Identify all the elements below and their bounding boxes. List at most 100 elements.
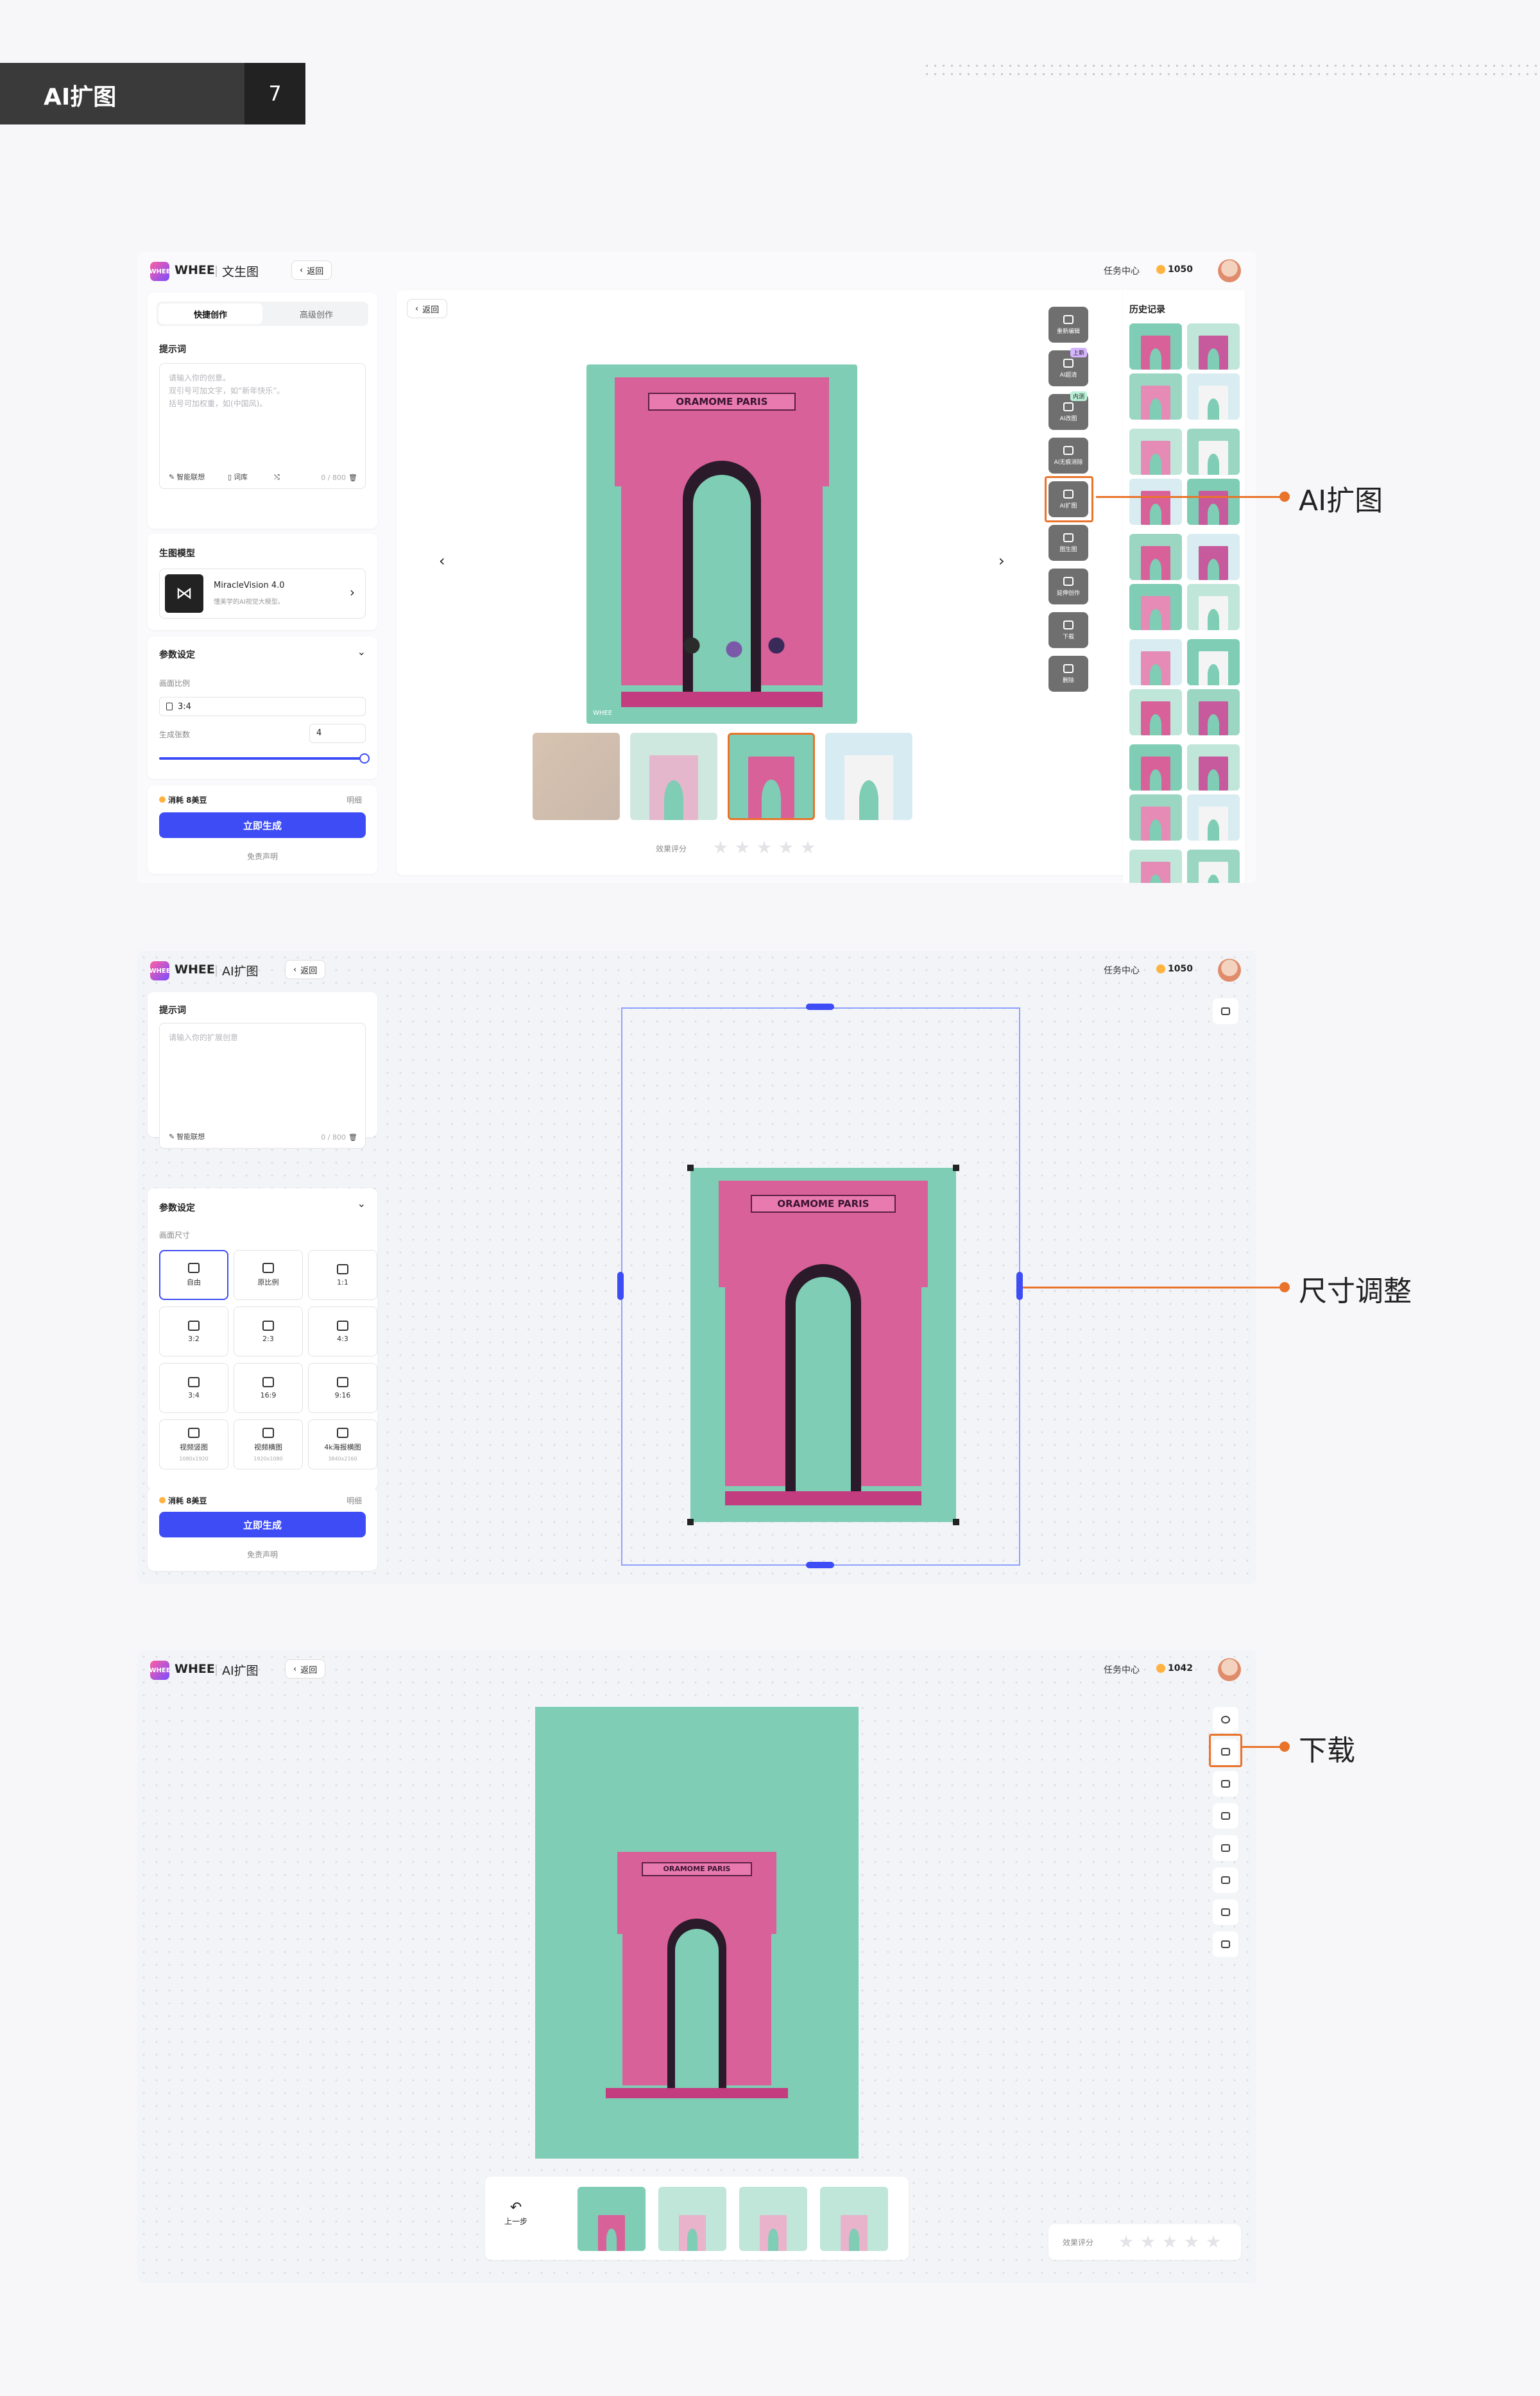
history-thumb[interactable] [1129, 744, 1182, 791]
history-thumb[interactable] [1129, 534, 1182, 580]
undo-button[interactable]: ↶ 上一步 [504, 2200, 527, 2227]
result-thumb-3[interactable] [728, 733, 815, 820]
count-slider[interactable] [159, 753, 370, 764]
avatar[interactable] [1218, 1658, 1241, 1681]
smart-assoc-button[interactable]: ✎ 智能联想 [169, 1131, 205, 1142]
size-option[interactable]: 3:2 [159, 1306, 228, 1356]
result-thumb-1[interactable] [578, 2187, 646, 2251]
count-stepper[interactable]: 4 [309, 724, 366, 743]
tool-download[interactable]: 下载 [1048, 612, 1088, 648]
shuffle-icon[interactable]: ⤭ [274, 473, 280, 482]
slider-handle[interactable] [359, 753, 370, 764]
history-thumb[interactable] [1187, 689, 1240, 735]
star-icon[interactable] [1185, 2235, 1199, 2248]
result-thumb-1[interactable] [533, 733, 620, 820]
smart-assoc-button[interactable]: ✎ 智能联想 [169, 472, 205, 482]
history-thumb[interactable] [1187, 850, 1240, 883]
history-thumb[interactable] [1129, 429, 1182, 475]
history-thumb[interactable] [1187, 639, 1240, 685]
history-thumb[interactable] [1187, 323, 1240, 370]
history-thumb[interactable] [1129, 373, 1182, 420]
size-option[interactable]: 3:4 [159, 1363, 228, 1413]
prev-arrow-icon[interactable]: ‹ [439, 552, 445, 570]
tool-delete[interactable]: 删除 [1048, 656, 1088, 692]
result-thumb-2[interactable] [658, 2187, 726, 2251]
history-thumb[interactable] [1187, 373, 1240, 420]
modify-button[interactable] [1213, 1803, 1238, 1829]
prompt-input[interactable]: 请输入你的创意。 双引号可加文字，如“新年快乐”。 括号可加权重，如(中国风)。… [159, 363, 366, 489]
star-icon[interactable] [1206, 2235, 1220, 2248]
tool-ai-modify[interactable]: 内测 AI改图 [1048, 391, 1088, 430]
history-thumb[interactable] [1129, 639, 1182, 685]
size-option[interactable]: 4k海报横图 3840x2160 [308, 1419, 377, 1469]
result-thumb-4[interactable] [820, 2187, 888, 2251]
tab-quick[interactable]: 快捷创作 [158, 304, 262, 324]
task-center-link[interactable]: 任务中心 [1104, 1663, 1140, 1676]
task-center-link[interactable]: 任务中心 [1104, 264, 1140, 277]
prompt-input[interactable]: 请输入你的扩展创意 ✎ 智能联想 0 / 800 🗑 [159, 1023, 366, 1149]
tool-ai-upscale[interactable]: 上新 AI超清 [1048, 348, 1088, 386]
history-thumb[interactable] [1187, 744, 1240, 791]
tool-image-to-image[interactable]: 图生图 [1048, 525, 1088, 561]
corner-handle[interactable] [687, 1519, 694, 1525]
handle-left[interactable] [617, 1272, 624, 1300]
star-icon[interactable] [735, 841, 749, 854]
delete-button[interactable] [1213, 1899, 1238, 1925]
avatar[interactable] [1218, 959, 1241, 982]
result-thumb-4[interactable] [825, 733, 912, 820]
star-icon[interactable] [801, 841, 815, 854]
star-icon[interactable] [714, 841, 728, 854]
size-option[interactable]: 1:1 [308, 1250, 377, 1300]
size-option[interactable]: 自由 [159, 1250, 228, 1300]
erase-button[interactable] [1213, 1835, 1238, 1861]
star-icon[interactable] [1163, 2235, 1177, 2248]
tab-advanced[interactable]: 高级创作 [264, 302, 368, 326]
history-thumb[interactable] [1129, 323, 1182, 370]
ratio-select[interactable]: 3:4 [159, 697, 366, 716]
history-thumb[interactable] [1187, 429, 1240, 475]
rating-stars[interactable] [714, 841, 815, 855]
history-thumb[interactable] [1187, 479, 1240, 525]
trash-icon[interactable]: 🗑 [348, 474, 357, 482]
result-thumb-2[interactable] [630, 733, 717, 820]
compare-button[interactable] [1213, 1931, 1238, 1957]
star-icon[interactable] [1141, 2235, 1155, 2248]
avatar[interactable] [1218, 259, 1241, 282]
history-thumb[interactable] [1187, 794, 1240, 841]
rating-stars[interactable] [1119, 2235, 1220, 2249]
handle-top[interactable] [806, 1004, 834, 1010]
history-thumb[interactable] [1129, 850, 1182, 883]
handle-right[interactable] [1016, 1272, 1023, 1300]
source-image[interactable]: ORAMOME PARIS [687, 1165, 959, 1525]
back-button[interactable]: ‹ 返回 [285, 960, 326, 979]
back-button[interactable]: ‹ 返回 [291, 261, 332, 280]
disclaimer-link[interactable]: 免责声明 [148, 851, 377, 862]
size-option[interactable]: 16:9 [234, 1363, 303, 1413]
back-button[interactable]: ‹ 返回 [285, 1659, 326, 1679]
size-option[interactable]: 4:3 [308, 1306, 377, 1356]
size-option[interactable]: 原比例 [234, 1250, 303, 1300]
download-button[interactable] [1213, 998, 1238, 1024]
task-center-link[interactable]: 任务中心 [1104, 964, 1140, 977]
size-option[interactable]: 2:3 [234, 1306, 303, 1356]
result-thumb-3[interactable] [739, 2187, 807, 2251]
lexicon-button[interactable]: ▯ 词库 [228, 472, 248, 482]
handle-bottom[interactable] [806, 1562, 834, 1568]
tool-re-edit[interactable]: 重新编辑 [1048, 307, 1088, 343]
corner-handle[interactable] [687, 1165, 694, 1171]
star-icon[interactable] [1119, 2235, 1133, 2248]
star-icon[interactable] [779, 841, 793, 854]
outpaint-button[interactable] [1213, 1867, 1238, 1893]
history-thumb[interactable] [1129, 584, 1182, 630]
corner-handle[interactable] [953, 1165, 959, 1171]
chevron-down-icon[interactable]: ⌄ [357, 1197, 366, 1210]
history-thumb[interactable] [1187, 584, 1240, 630]
history-button[interactable] [1213, 1707, 1238, 1733]
history-thumb[interactable] [1129, 689, 1182, 735]
detail-link[interactable]: 明细 [346, 794, 362, 805]
history-thumb[interactable] [1129, 794, 1182, 841]
detail-link[interactable]: 明细 [346, 1495, 362, 1506]
upscale-button[interactable] [1213, 1771, 1238, 1797]
expanded-image[interactable]: ORAMOME PARIS [535, 1707, 859, 2159]
size-option[interactable]: 视频竖图 1080x1920 [159, 1419, 228, 1469]
